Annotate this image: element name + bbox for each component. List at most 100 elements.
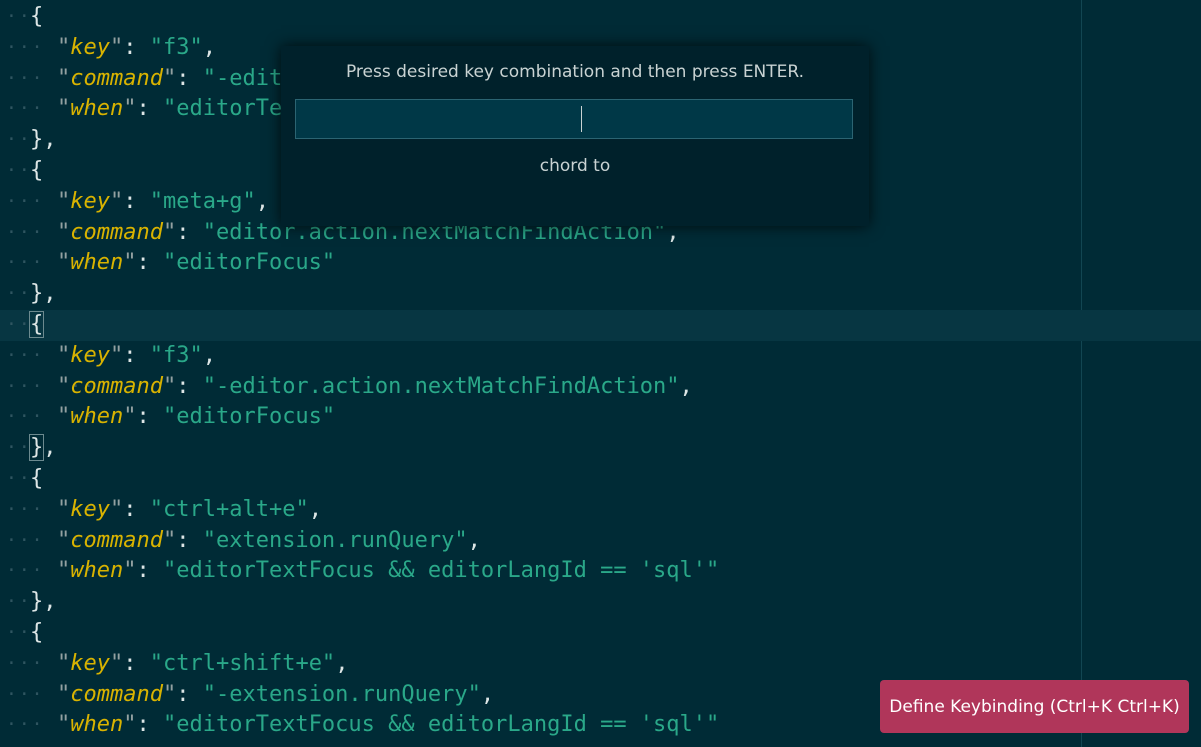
code-line[interactable]: ··},: [0, 433, 1201, 464]
line-content: "command": "-editor.action.nextMatchFind…: [57, 372, 693, 403]
quote: ": [162, 681, 177, 707]
quote: ": [57, 404, 71, 430]
quote: ": [110, 342, 124, 368]
close-brace: }: [28, 434, 45, 462]
colon: :: [123, 650, 150, 676]
indent-guide: ··: [6, 314, 32, 335]
line-content: "key": "ctrl+shift+e",: [57, 649, 348, 680]
code-line[interactable]: ··· ·· "when": "editorTextFocus && editor…: [0, 556, 1201, 587]
property-key: key: [70, 650, 110, 676]
line-content: },: [28, 433, 57, 464]
line-content: },: [30, 587, 57, 618]
colon: :: [176, 219, 203, 245]
code-line[interactable]: ··{: [0, 310, 1201, 341]
string-value: "ctrl+alt+e": [149, 496, 309, 522]
string-value: "meta+g": [149, 188, 256, 214]
open-brace: {: [30, 4, 44, 29]
comma: ,: [202, 342, 216, 368]
property-key: key: [70, 188, 110, 214]
code-line[interactable]: ··· ·· "when": "editorFocus": [0, 402, 1201, 433]
comma: ,: [255, 188, 269, 214]
quote: ": [57, 188, 71, 214]
colon: :: [136, 558, 163, 584]
code-line[interactable]: ··{: [0, 2, 1201, 33]
line-content: "when": "editorTextFocus && editorLangId…: [57, 556, 719, 587]
comma: ,: [679, 373, 693, 399]
code-line[interactable]: ··· ·· "key": "ctrl+shift+e",: [0, 649, 1201, 680]
property-key: command: [70, 681, 163, 707]
quote: ": [110, 34, 124, 60]
code-line[interactable]: ··· ·· "when": "editorFocus": [0, 248, 1201, 279]
keybinding-dialog: Press desired key combination and then p…: [281, 46, 869, 226]
quote: ": [110, 650, 124, 676]
indent-guide: ··: [6, 6, 32, 27]
code-line[interactable]: ··· ·· "key": "ctrl+alt+e",: [0, 495, 1201, 526]
indent-guide: ··: [6, 283, 32, 305]
indent-guide: ··: [6, 129, 32, 151]
comma: ,: [43, 589, 57, 615]
property-key: command: [70, 373, 163, 399]
colon: :: [136, 712, 163, 738]
indent-guide: ··: [6, 468, 32, 489]
open-brace: {: [30, 158, 44, 183]
open-brace: {: [30, 620, 44, 645]
code-line[interactable]: ··},: [0, 279, 1201, 310]
quote: ": [57, 65, 71, 91]
code-line[interactable]: ··{: [0, 618, 1201, 649]
string-value: "editorTextFocus && editorLangId == 'sql…: [162, 712, 720, 738]
property-key: when: [70, 712, 124, 738]
property-key: when: [70, 96, 124, 122]
quote: ": [57, 650, 71, 676]
code-line[interactable]: ··· ·· "key": "f3",: [0, 341, 1201, 372]
code-line[interactable]: ··{: [0, 464, 1201, 495]
line-content: "key": "ctrl+alt+e",: [57, 495, 322, 526]
line-content: {: [30, 2, 43, 33]
quote: ": [57, 373, 71, 399]
string-value: "ctrl+shift+e": [149, 650, 336, 676]
quote: ": [57, 342, 71, 368]
indent-guide: ··: [6, 437, 32, 459]
line-content: "command": "-extension.runQuery",: [57, 680, 494, 711]
quote: ": [57, 34, 71, 60]
property-key: command: [70, 65, 163, 91]
indent-guide: ··: [6, 160, 32, 181]
quote: ": [123, 558, 137, 584]
open-brace: {: [30, 466, 44, 491]
indent-guide: ··: [6, 622, 32, 643]
property-key: when: [70, 250, 124, 276]
string-value: "editorFocus": [162, 404, 336, 430]
define-keybinding-button[interactable]: Define Keybinding (Ctrl+K Ctrl+K): [880, 680, 1189, 733]
code-line[interactable]: ··},: [0, 587, 1201, 618]
code-line[interactable]: ··· ·· "command": "extension.runQuery",: [0, 526, 1201, 557]
comma: ,: [43, 127, 57, 153]
quote: ": [57, 681, 71, 707]
line-content: {: [28, 310, 45, 341]
colon: :: [176, 373, 203, 399]
line-content: {: [30, 464, 43, 495]
colon: :: [136, 250, 163, 276]
quote: ": [123, 96, 137, 122]
property-key: key: [70, 342, 110, 368]
dialog-prompt: Press desired key combination and then p…: [345, 62, 805, 82]
colon: :: [123, 342, 150, 368]
colon: :: [176, 681, 203, 707]
colon: :: [123, 34, 150, 60]
line-content: "key": "f3",: [57, 341, 216, 372]
line-content: "when": "editorFocus": [57, 402, 335, 433]
quote: ": [162, 219, 177, 245]
quote: ": [123, 712, 137, 738]
close-brace: }: [30, 127, 44, 153]
colon: :: [123, 496, 150, 522]
close-brace: }: [30, 281, 44, 307]
comma: ,: [335, 650, 349, 676]
keybinding-input[interactable]: [295, 99, 853, 139]
property-key: when: [70, 558, 124, 584]
code-line[interactable]: ··· ··"command": "-editor.action.nextMat…: [0, 372, 1201, 403]
comma: ,: [43, 281, 57, 307]
colon: :: [176, 65, 203, 91]
property-key: when: [70, 404, 124, 430]
quote: ": [57, 219, 71, 245]
colon: :: [123, 188, 150, 214]
line-content: },: [30, 125, 57, 156]
property-key: command: [70, 527, 163, 553]
